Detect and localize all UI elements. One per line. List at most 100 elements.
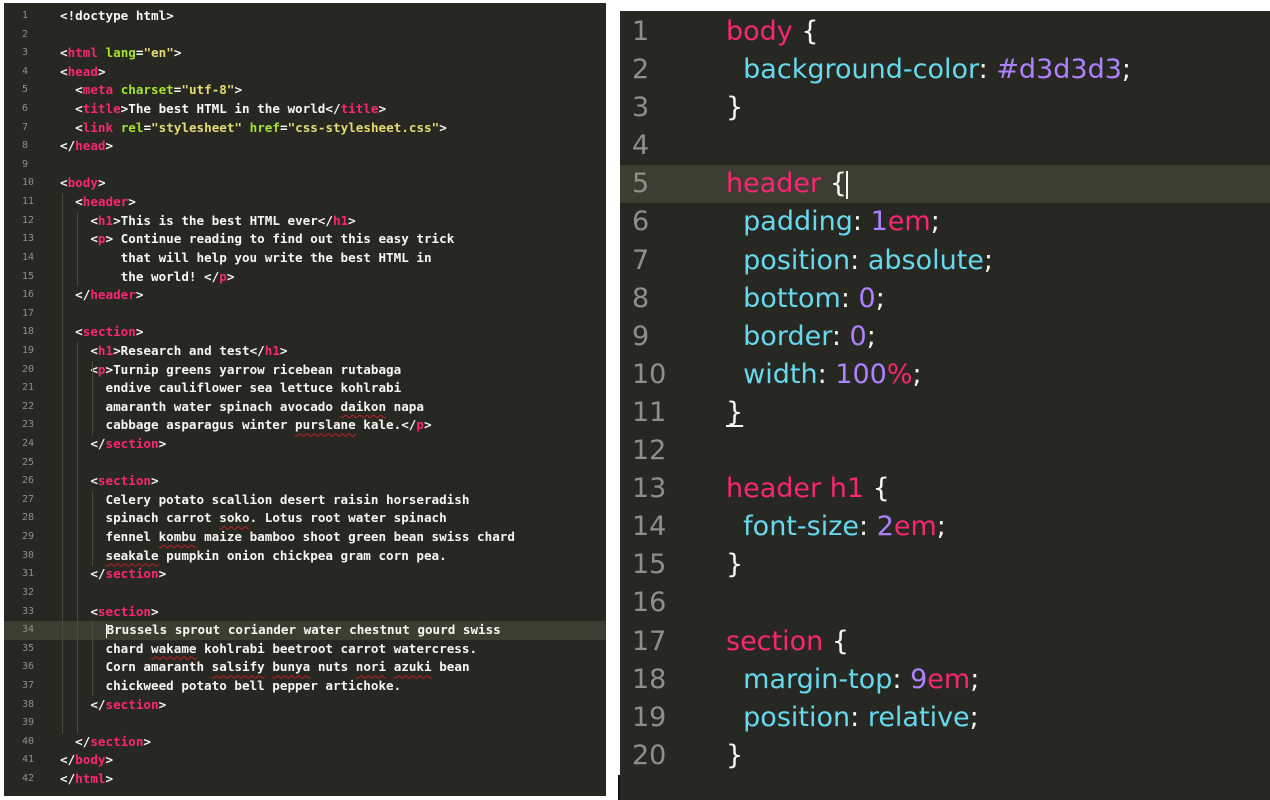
html-editor-pane[interactable]: 1 <!doctype html> 2 3 <html lang="en"> 4 <head…	[4, 3, 606, 796]
code-line[interactable]: 17 section {	[620, 623, 1270, 661]
code-token: <	[60, 175, 68, 191]
code-line[interactable]: 18 <section>	[4, 323, 606, 342]
code-line[interactable]: 23 cabbage asparagus winter purslane kal…	[4, 416, 606, 435]
code-line[interactable]: 21 endive cauliflower sea lettuce kohlra…	[4, 379, 606, 398]
code-line[interactable]: 10 width: 100%;	[620, 356, 1270, 394]
code-line[interactable]: 39	[4, 714, 606, 733]
code-line[interactable]: 4	[620, 127, 1270, 165]
code-token: >	[97, 175, 106, 191]
line-number: 42	[22, 772, 35, 784]
code-line[interactable]: 17	[4, 305, 606, 324]
code-token: :	[850, 244, 868, 276]
code-line[interactable]: 10 <body>	[4, 174, 606, 193]
code-token: <	[60, 212, 98, 228]
code-line[interactable]: 38 </section>	[4, 696, 606, 715]
code-line[interactable]: 30 seakale pumpkin onion chickpea gram c…	[4, 547, 606, 566]
code-line[interactable]: 6 <title>The best HTML in the world</tit…	[4, 100, 606, 119]
code-token: header	[90, 287, 136, 303]
code-line[interactable]: 15}	[620, 546, 1270, 584]
code-line[interactable]: 19 position: relative;	[620, 699, 1270, 737]
code-line[interactable]: 36 Corn amaranth salsify bunya nuts nori…	[4, 658, 606, 677]
code-line[interactable]: 8 bottom: 0;	[620, 280, 1270, 318]
code-line[interactable]: 3 <html lang="en">	[4, 44, 606, 63]
code-line[interactable]: 27 Celery potato scallion desert raisin …	[4, 491, 606, 510]
code-line[interactable]: 4 <head>	[4, 63, 606, 82]
code-token: </	[60, 770, 76, 786]
code-line[interactable]: 29 fennel kombu maize bamboo shoot green…	[4, 528, 606, 547]
line-number: 9	[22, 158, 29, 170]
code-line[interactable]: 28 spinach carrot soko. Lotus root water…	[4, 509, 606, 528]
code-line[interactable]: 3}	[620, 89, 1270, 127]
code-token: > Continue reading to find out this easy…	[105, 231, 455, 247]
code-line[interactable]: 11}	[620, 394, 1270, 432]
code-line[interactable]: 1 body {	[620, 13, 1270, 51]
code-line[interactable]: 24 </section>	[4, 435, 606, 454]
code-line[interactable]: 37 chickweed potato bell pepper artichok…	[4, 677, 606, 696]
code-token: </	[60, 138, 76, 154]
html-code-area[interactable]: 1 <!doctype html> 2 3 <html lang="en"> 4 <head…	[4, 7, 606, 789]
code-line[interactable]: 31 </section>	[4, 565, 606, 584]
code-token: header	[726, 168, 822, 200]
code-token: {	[864, 473, 890, 505]
misspelled-word: salsify	[211, 659, 265, 675]
line-number: 12	[22, 214, 35, 226]
code-line[interactable]: 5 <meta charset="utf-8">	[4, 81, 606, 100]
code-line[interactable]: 20 <p>Turnip greens yarrow ricebean ruta…	[4, 361, 606, 380]
line-number: 22	[22, 400, 35, 412]
code-line[interactable]: 34 Brussels sprout coriander water chest…	[4, 621, 606, 640]
code-line[interactable]: 13 header h1 {	[620, 470, 1270, 508]
code-line[interactable]: 1 <!doctype html>	[4, 7, 606, 26]
code-token: ;	[983, 244, 994, 276]
code-line[interactable]: 35 chard wakame kohlrabi beetroot carrot…	[4, 640, 606, 659]
indent-guide	[92, 491, 94, 566]
line-code: cabbage asparagus winter purslane kale.<…	[60, 416, 431, 435]
line-number: 2	[22, 28, 29, 40]
line-code: endive cauliflower sea lettuce kohlrabi	[60, 379, 401, 398]
line-code: </html>	[60, 770, 113, 789]
code-line[interactable]: 15 the world! </p>	[4, 268, 606, 287]
code-line[interactable]: 33 <section>	[4, 603, 606, 622]
css-code-area[interactable]: 1 body {2 background-color: #d3d3d3; 3} 4 5 h…	[620, 13, 1270, 775]
code-line[interactable]: 5 header {	[620, 165, 1270, 204]
code-line[interactable]: 16	[620, 584, 1270, 622]
code-token: rel	[120, 119, 144, 135]
code-token: napa	[386, 398, 424, 414]
code-line[interactable]: 40 </section>	[4, 733, 606, 752]
line-number: 9	[632, 320, 650, 352]
line-number: 18	[22, 326, 35, 338]
code-line[interactable]: 13 <p> Continue reading to find out this…	[4, 230, 606, 249]
code-line[interactable]: 12	[620, 432, 1270, 470]
code-line[interactable]: 7 position: absolute;	[620, 242, 1270, 280]
code-token: h1	[97, 342, 114, 358]
code-line[interactable]: 9	[4, 156, 606, 175]
code-token: cabbage asparagus winter	[60, 417, 296, 433]
code-token: >	[135, 287, 144, 303]
code-line[interactable]: 25	[4, 454, 606, 473]
code-line[interactable]: 22 amaranth water spinach avocado daikon…	[4, 398, 606, 417]
code-line[interactable]: 18 margin-top: 9em;	[620, 661, 1270, 699]
code-line[interactable]: 32	[4, 584, 606, 603]
code-line[interactable]: 20}	[620, 737, 1270, 775]
code-token: background-color	[743, 54, 979, 86]
code-token: section	[82, 324, 136, 340]
css-editor-pane[interactable]: 1 body {2 background-color: #d3d3d3; 3} 4 5 h…	[620, 11, 1270, 800]
code-line[interactable]: 9 border: 0;	[620, 318, 1270, 356]
code-line[interactable]: 14 that will help you write the best HTM…	[4, 249, 606, 268]
code-line[interactable]: 16 </header>	[4, 286, 606, 305]
code-line[interactable]: 6 padding: 1em;	[620, 203, 1270, 241]
code-line[interactable]: 26 <section>	[4, 472, 606, 491]
code-line[interactable]: 7 <link rel="stylesheet" href="css-style…	[4, 119, 606, 138]
line-number: 25	[22, 456, 35, 468]
code-token: section	[90, 733, 144, 749]
code-line[interactable]: 11 <header>	[4, 193, 606, 212]
code-line[interactable]: 41 </body>	[4, 751, 606, 770]
code-token: body	[726, 16, 793, 47]
code-line[interactable]: 42 </html>	[4, 770, 606, 789]
code-line[interactable]: 2	[4, 26, 606, 45]
code-line[interactable]: 12 <h1>This is the best HTML ever</h1>	[4, 212, 606, 231]
code-line[interactable]: 2 background-color: #d3d3d3;	[620, 51, 1270, 89]
code-line[interactable]: 19 <h1>Research and test</h1>	[4, 342, 606, 361]
code-line[interactable]: 14 font-size: 2em;	[620, 508, 1270, 546]
code-line[interactable]: 8 </head>	[4, 137, 606, 156]
